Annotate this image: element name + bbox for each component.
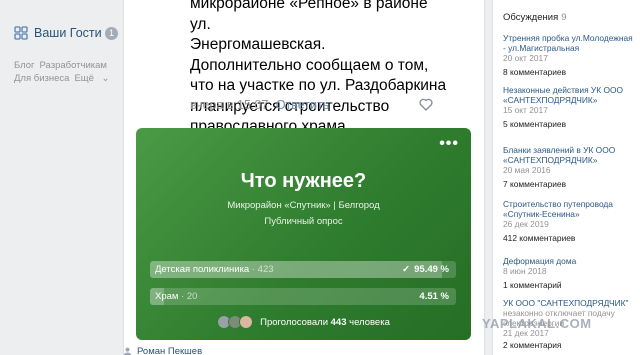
discussion-comments: 412 комментариев bbox=[503, 233, 576, 243]
discussion-item[interactable]: Строительство путепровода «Спутник-Есени… bbox=[503, 199, 637, 243]
poll-option-2-label: Храм bbox=[155, 291, 179, 302]
discussion-date: 20 мая 2016 bbox=[503, 165, 551, 175]
post-text-line: что на участке по ул. Раздобаркина bbox=[190, 77, 447, 94]
poll-subtitle: Микрорайон «Спутник» | Белгород bbox=[227, 200, 380, 211]
apps-grid-icon bbox=[14, 26, 28, 40]
discussion-date: 20 окт 2017 bbox=[503, 53, 548, 63]
footer-link-more[interactable]: Ещё ⌄ bbox=[74, 73, 114, 84]
footer-links: Блог Разработчикам Для бизнеса Ещё ⌄ bbox=[14, 59, 124, 85]
check-icon: ✓ bbox=[402, 264, 411, 275]
next-post-author[interactable]: Роман Пекшев bbox=[123, 346, 202, 355]
discussion-item[interactable]: Незаконные действия УК ООО «САНТЕХПОДРЯД… bbox=[503, 85, 637, 129]
discussion-title[interactable]: УК ООО "САНТЕХПОДРЯДЧИК" bbox=[503, 298, 637, 308]
discussion-item[interactable]: Бланки заявлений в УК ООО «САНТЕХПОДРЯДЧ… bbox=[503, 145, 637, 189]
discussion-date: 15 окт 2017 bbox=[503, 105, 548, 115]
footer-link-blog[interactable]: Блог bbox=[14, 60, 35, 71]
discussion-title[interactable]: Строительство путепровода «Спутник-Есени… bbox=[503, 199, 637, 219]
footer-link-business[interactable]: Для бизнеса bbox=[14, 73, 69, 84]
post-meta: вчера в 15:07 Ответить bbox=[190, 98, 329, 112]
poll-question: Что нужнее? bbox=[240, 170, 367, 192]
discussions-title: Обсуждения bbox=[503, 12, 559, 23]
discussion-comments: 7 комментариев bbox=[503, 179, 567, 189]
poll-card: ••• Что нужнее? Микрорайон «Спутник» | Б… bbox=[136, 128, 471, 340]
discussions-header[interactable]: Обсуждения 9 bbox=[503, 12, 567, 23]
poll-option-2-percent: 4.51 % bbox=[419, 291, 449, 302]
discussion-item[interactable]: Деформация дома 8 июн 2018 1 комментарий bbox=[503, 256, 637, 290]
site-watermark: YAPLAKAL.COM bbox=[482, 316, 592, 331]
poll-option-1-votes: 423 bbox=[257, 264, 274, 275]
poll-option-2-votes: 20 bbox=[186, 291, 198, 302]
discussion-date: 8 июн 2018 bbox=[503, 266, 547, 276]
discussion-title[interactable]: Деформация дома bbox=[503, 256, 637, 266]
person-icon bbox=[123, 347, 132, 355]
like-heart-icon[interactable] bbox=[419, 98, 433, 111]
left-nav: Ваши Гости 1 Блог Разработчикам Для бизне… bbox=[0, 0, 125, 355]
voted-prefix: Проголосовали bbox=[260, 316, 328, 328]
post-text-line: Энергомашевская. bbox=[190, 36, 326, 53]
poll-type: Публичный опрос bbox=[264, 216, 343, 227]
discussion-title[interactable]: Незаконные действия УК ООО «САНТЕХПОДРЯД… bbox=[503, 85, 637, 105]
post-text: микрорайоне «Репное» в районе ул. Энерго… bbox=[190, 0, 450, 138]
discussion-comments: 8 комментариев bbox=[503, 67, 567, 77]
footer-link-developers[interactable]: Разработчикам bbox=[40, 60, 107, 71]
poll-option-1[interactable]: Детская поликлиника · 423 ✓ 95.49 % bbox=[150, 261, 456, 278]
voted-suffix: человека bbox=[349, 316, 390, 328]
poll-menu-icon[interactable]: ••• bbox=[439, 135, 459, 153]
guests-label: Ваши Гости bbox=[34, 26, 102, 40]
poll-voters[interactable]: Проголосовали 443 человека bbox=[136, 315, 471, 329]
reply-button[interactable]: Ответить bbox=[276, 98, 329, 112]
discussion-comments: 2 комментария bbox=[503, 340, 562, 350]
discussion-title[interactable]: Бланки заявлений в УК ООО «САНТЕХПОДРЯДЧ… bbox=[503, 145, 637, 165]
discussion-comments: 1 комментарий bbox=[503, 280, 562, 290]
discussion-date: 26 дек 2019 bbox=[503, 219, 549, 229]
chevron-down-icon: ⌄ bbox=[101, 73, 110, 84]
next-post-author-name: Роман Пекшев bbox=[137, 346, 203, 355]
discussions-panel: Обсуждения 9 Утренняя пробка ул.Молодежна… bbox=[492, 0, 640, 355]
poll-option-1-label: Детская поликлиника bbox=[155, 264, 250, 275]
voted-count: 443 bbox=[330, 316, 347, 328]
poll-option-1-percent: 95.49 % bbox=[414, 264, 449, 275]
discussion-comments: 5 комментариев bbox=[503, 119, 567, 129]
discussion-title[interactable]: Утренняя пробка ул.Молодежная - ул.Магис… bbox=[503, 33, 637, 53]
post-text-line: микрорайоне «Репное» в районе ул. bbox=[190, 0, 428, 33]
post-text-line: Дополнительно сообщаем о том, bbox=[190, 56, 429, 74]
guests-menu-item[interactable]: Ваши Гости 1 bbox=[14, 24, 118, 42]
discussion-item[interactable]: Утренняя пробка ул.Молодежная - ул.Магис… bbox=[503, 33, 637, 77]
guests-count-badge: 1 bbox=[105, 26, 118, 40]
discussions-count: 9 bbox=[561, 12, 567, 23]
post-time[interactable]: вчера в 15:07 bbox=[190, 98, 268, 112]
avatar bbox=[239, 315, 254, 329]
poll-option-2[interactable]: Храм · 20 4.51 % bbox=[150, 288, 456, 305]
